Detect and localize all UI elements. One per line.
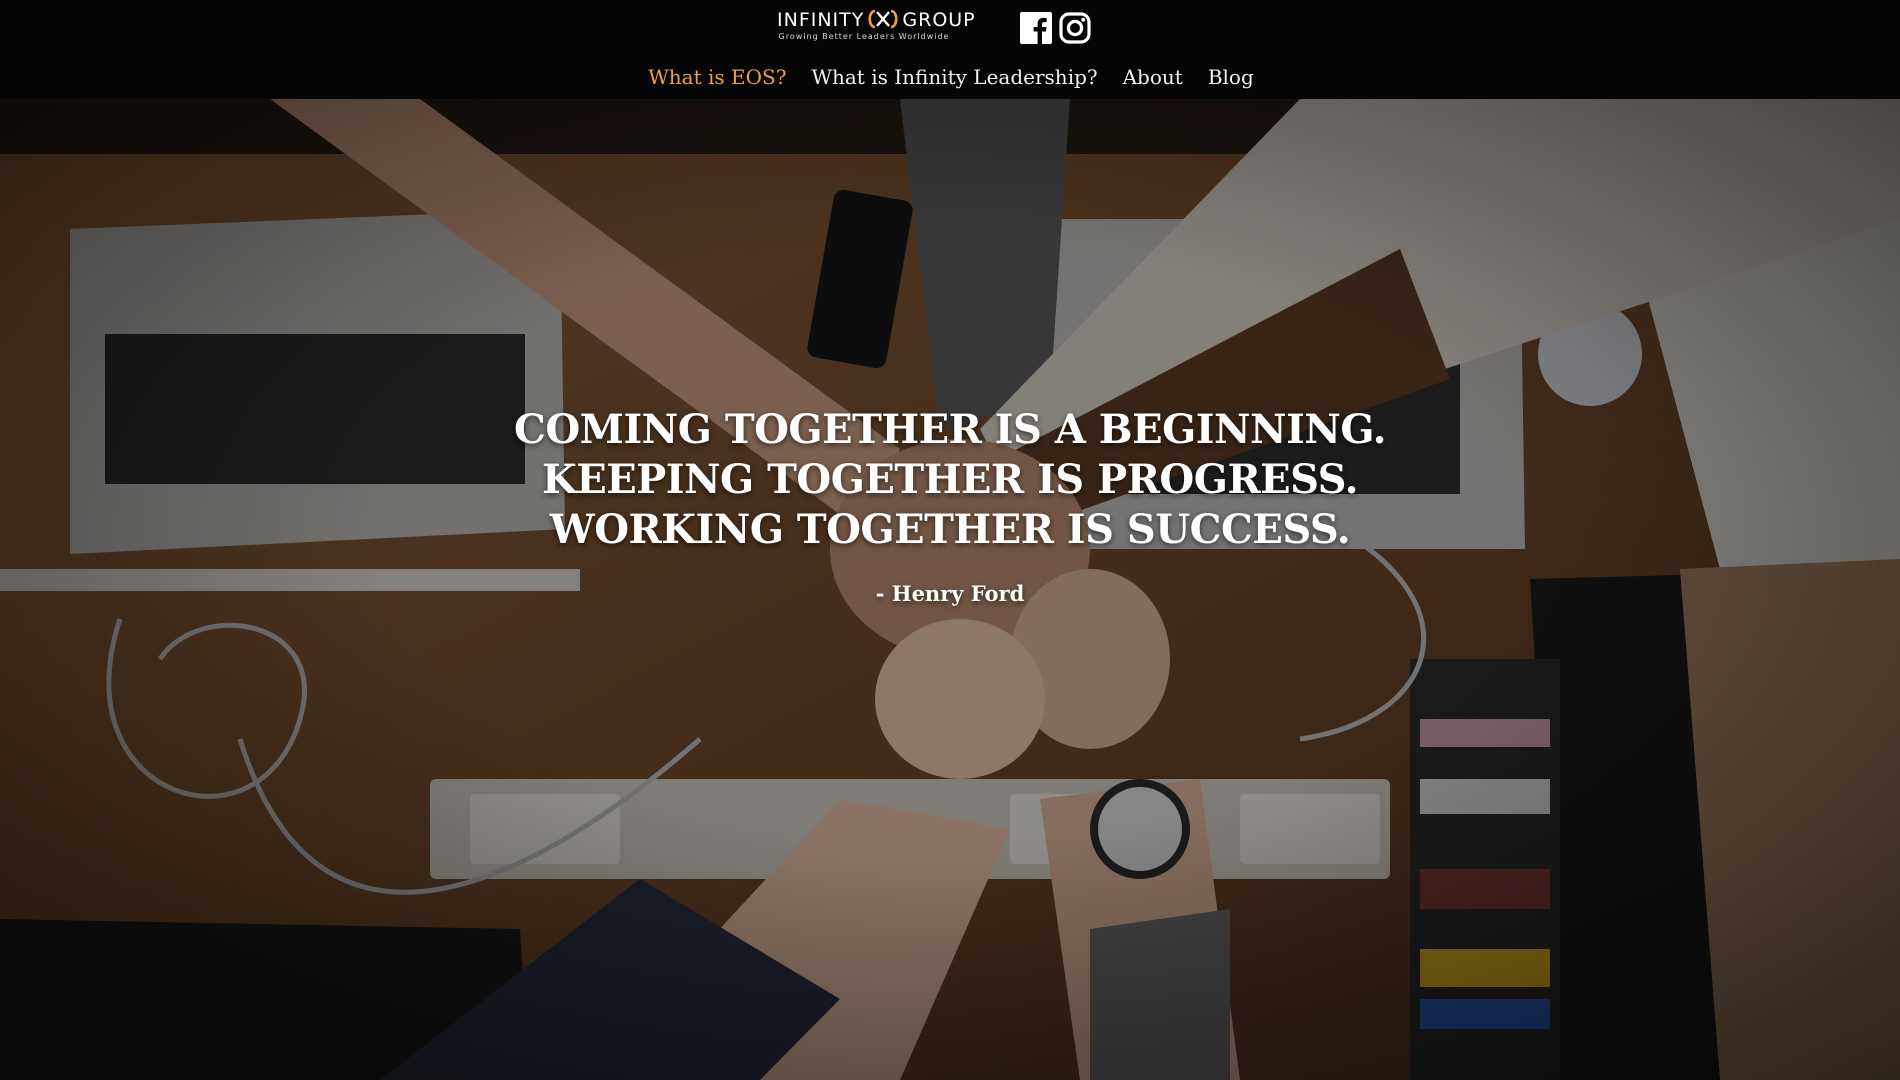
nav-link-what-is-eos[interactable]: What is EOS? [648, 65, 786, 89]
quote-line-1: COMING TOGETHER IS A BEGINNING. [514, 406, 1387, 453]
facebook-link[interactable] [1020, 12, 1052, 44]
quote-line-3: WORKING TOGETHER IS SUCCESS. [549, 506, 1351, 553]
nav-link-infinity-leadership[interactable]: What is Infinity Leadership? [811, 65, 1097, 89]
site-logo[interactable]: INFINITY GROUP Growing Better Leaders Wo… [777, 9, 975, 45]
nav-item-infinity-leadership: What is Infinity Leadership? [811, 65, 1097, 89]
infinity-mark-icon [868, 9, 898, 29]
nav-list: What is EOS? What is Infinity Leadership… [648, 65, 1254, 89]
quote-author: - Henry Ford [875, 581, 1025, 606]
nav-item-about: About [1123, 65, 1183, 89]
nav-item-eos: What is EOS? [648, 65, 786, 89]
nav-link-blog[interactable]: Blog [1208, 65, 1254, 89]
nav-link-about[interactable]: About [1123, 65, 1183, 89]
logo-wordmark: INFINITY GROUP [777, 9, 975, 31]
quote-line-2: KEEPING TOGETHER IS PROGRESS. [541, 456, 1359, 503]
hero-section: COMING TOGETHER IS A BEGINNING. KEEPING … [0, 99, 1900, 1080]
site-header: INFINITY GROUP Growing Better Leaders Wo… [0, 0, 1900, 99]
logo-tagline: Growing Better Leaders Worldwide [778, 32, 950, 41]
nav-item-blog: Blog [1208, 65, 1254, 89]
logo-name-right: GROUP [902, 9, 976, 31]
hero-quote: COMING TOGETHER IS A BEGINNING. KEEPING … [450, 405, 1450, 609]
instagram-icon [1059, 12, 1091, 44]
facebook-icon [1020, 12, 1052, 44]
instagram-link[interactable] [1059, 12, 1091, 44]
main-nav: What is EOS? What is Infinity Leadership… [0, 62, 1900, 92]
logo-name-left: INFINITY [777, 9, 865, 31]
